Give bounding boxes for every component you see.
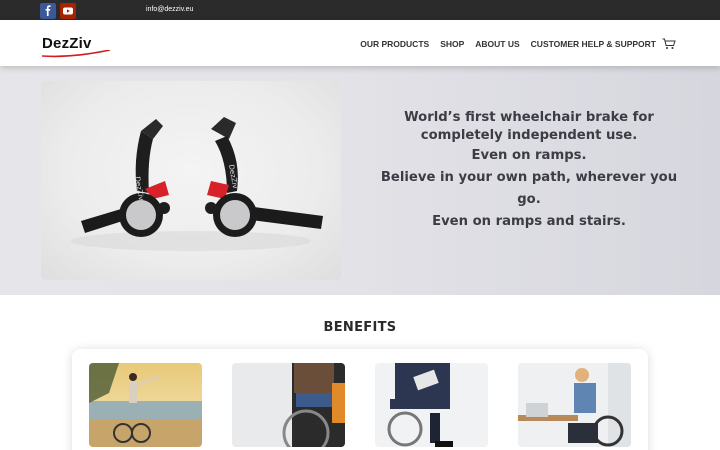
- product-photo: DezZiv DezZiv: [41, 81, 341, 280]
- contact-email[interactable]: info@dezziv.eu: [146, 6, 193, 13]
- nav-our-products[interactable]: OUR PRODUCTS: [360, 39, 429, 49]
- benefits-card: [72, 349, 648, 450]
- hero-line-3: Believe in your own path, wherever you g…: [380, 170, 678, 207]
- youtube-icon[interactable]: [60, 3, 76, 19]
- hero-tagline: World’s first wheelchair brake for compl…: [372, 109, 686, 233]
- left-brake-graphic: DezZiv: [81, 119, 170, 237]
- nav-shop[interactable]: SHOP: [440, 39, 464, 49]
- benefit-image-wheelchair-side: [232, 363, 345, 447]
- benefits-title: BENEFITS: [323, 320, 397, 335]
- hero-line-1: World’s first wheelchair brake for compl…: [404, 110, 654, 143]
- benefit-image-outdoor: [89, 363, 202, 447]
- top-bar: info@dezziv.eu: [0, 0, 720, 20]
- right-brake-graphic: DezZiv: [205, 117, 323, 237]
- cart-icon[interactable]: [662, 38, 676, 50]
- site-header: DezZiv OUR PRODUCTS SHOP ABOUT US CUSTOM…: [0, 20, 720, 66]
- facebook-icon[interactable]: [40, 3, 56, 19]
- nav-customer-help[interactable]: CUSTOMER HELP & SUPPORT: [531, 39, 656, 49]
- benefit-image-laptop-user: [375, 363, 488, 447]
- hero-section: DezZiv DezZiv World’s first wheelchair b…: [0, 66, 720, 295]
- hero-line-4: Even on ramps and stairs.: [432, 214, 626, 229]
- logo-swoosh-icon: [42, 50, 111, 58]
- main-nav: OUR PRODUCTS SHOP ABOUT US CUSTOMER HELP…: [349, 38, 676, 50]
- benefit-image-desk-worker: [518, 363, 631, 447]
- hero-line-2: Even on ramps.: [471, 148, 587, 163]
- nav-about-us[interactable]: ABOUT US: [475, 39, 519, 49]
